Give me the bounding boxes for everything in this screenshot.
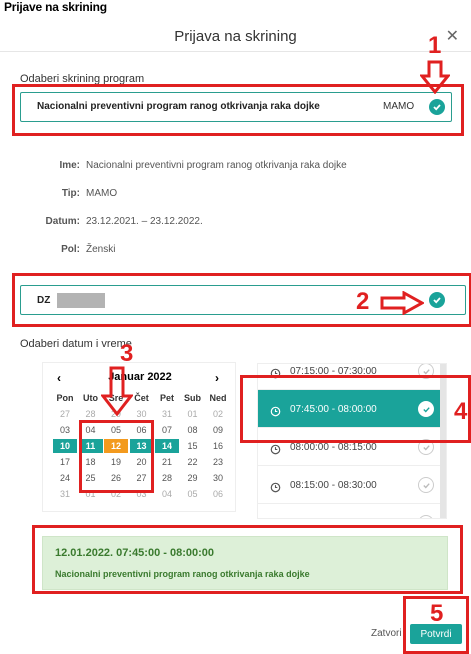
check-icon (418, 515, 434, 518)
clock-icon (270, 518, 281, 519)
time-slot[interactable]: 08:45:00 - 09:00:00 (258, 504, 440, 519)
calendar-day[interactable]: 02 (206, 407, 230, 421)
next-month-button[interactable]: › (215, 371, 219, 385)
date-section-label: Odaberi datum i vreme (20, 338, 132, 350)
detail-value: Nacionalni preventivni program ranog otk… (86, 160, 347, 171)
calendar-month: Januar 2022 (108, 371, 172, 383)
calendar-day[interactable]: 09 (206, 423, 230, 437)
annotation-box-1 (12, 84, 464, 136)
calendar-weekday: Pon (56, 393, 74, 403)
window-title-bar: Prijave na skrining (0, 0, 471, 20)
calendar-day[interactable]: 07 (155, 423, 179, 437)
detail-label: Tip: (61, 188, 80, 199)
calendar-day[interactable]: 28 (155, 471, 179, 485)
detail-label: Ime: (59, 160, 80, 171)
annotation-box-summary (32, 525, 463, 594)
calendar-day[interactable]: 06 (206, 487, 230, 501)
calendar-day[interactable]: 31 (155, 407, 179, 421)
dialog-title: Prijava na skrining (174, 28, 297, 45)
detail-value: 23.12.2021. – 23.12.2022. (86, 216, 203, 227)
calendar-day[interactable]: 22 (181, 455, 205, 469)
calendar-day[interactable]: 24 (53, 471, 77, 485)
calendar-day[interactable]: 30 (130, 407, 154, 421)
annotation-number-3: 3 (120, 340, 134, 367)
clock-icon (270, 442, 281, 455)
calendar-day[interactable]: 17 (53, 455, 77, 469)
calendar-day[interactable]: 16 (206, 439, 230, 453)
clock-icon (270, 480, 281, 493)
window-title: Prijave na skrining (4, 0, 107, 14)
time-slot-label: 08:15:00 - 08:30:00 (290, 480, 377, 491)
calendar-day[interactable]: 30 (206, 471, 230, 485)
calendar-weekday: Ned (209, 393, 227, 403)
calendar-day[interactable]: 23 (206, 455, 230, 469)
arrow-down-icon (101, 366, 133, 416)
calendar-day[interactable]: 21 (155, 455, 179, 469)
calendar-day[interactable]: 01 (181, 407, 205, 421)
annotation-number-1: 1 (428, 32, 442, 59)
close-button[interactable]: Zatvori (371, 628, 402, 639)
annotation-number-4: 4 (454, 398, 468, 425)
time-slot-label: 08:00:00 - 08:15:00 (290, 442, 377, 453)
detail-label: Datum: (45, 216, 80, 227)
calendar-day[interactable]: 29 (181, 471, 205, 485)
detail-value: Ženski (86, 244, 116, 255)
detail-value: MAMO (86, 188, 118, 199)
arrow-down-icon (420, 60, 450, 94)
close-icon[interactable]: ✕ (446, 26, 459, 46)
calendar-weekday-row: Pon Uto Sre Čet Pet Sub Ned (53, 391, 233, 407)
annotation-box-3 (79, 420, 154, 493)
time-slot-label: 08:45:00 - 09:00:00 (290, 518, 377, 519)
arrow-right-icon (380, 291, 424, 315)
calendar-weekday: Pet (159, 393, 174, 403)
calendar-weekday: Uto (83, 393, 98, 403)
calendar-day[interactable]: 28 (79, 407, 103, 421)
calendar-day[interactable]: 03 (53, 423, 77, 437)
detail-label: Pol: (61, 244, 80, 255)
calendar-weekday: Čet (134, 393, 149, 403)
check-icon (418, 477, 434, 493)
calendar-day[interactable]: 04 (155, 487, 179, 501)
calendar-day[interactable]: 10 (53, 439, 77, 453)
calendar-day[interactable]: 31 (53, 487, 77, 501)
dialog-header: Prijava na skrining ✕ (0, 20, 471, 52)
calendar-day[interactable]: 27 (53, 407, 77, 421)
calendar-header: ‹ Januar 2022 › (43, 371, 237, 387)
calendar-day[interactable]: 05 (181, 487, 205, 501)
time-slot[interactable]: 08:15:00 - 08:30:00 (258, 466, 440, 504)
calendar-day[interactable]: 08 (181, 423, 205, 437)
annotation-number-2: 2 (356, 288, 370, 315)
calendar-weekday: Sub (184, 393, 201, 403)
annotation-number-5: 5 (430, 600, 444, 627)
calendar-day[interactable]: 14 (155, 439, 179, 453)
annotation-box-4 (240, 375, 471, 443)
calendar-day[interactable]: 15 (181, 439, 205, 453)
